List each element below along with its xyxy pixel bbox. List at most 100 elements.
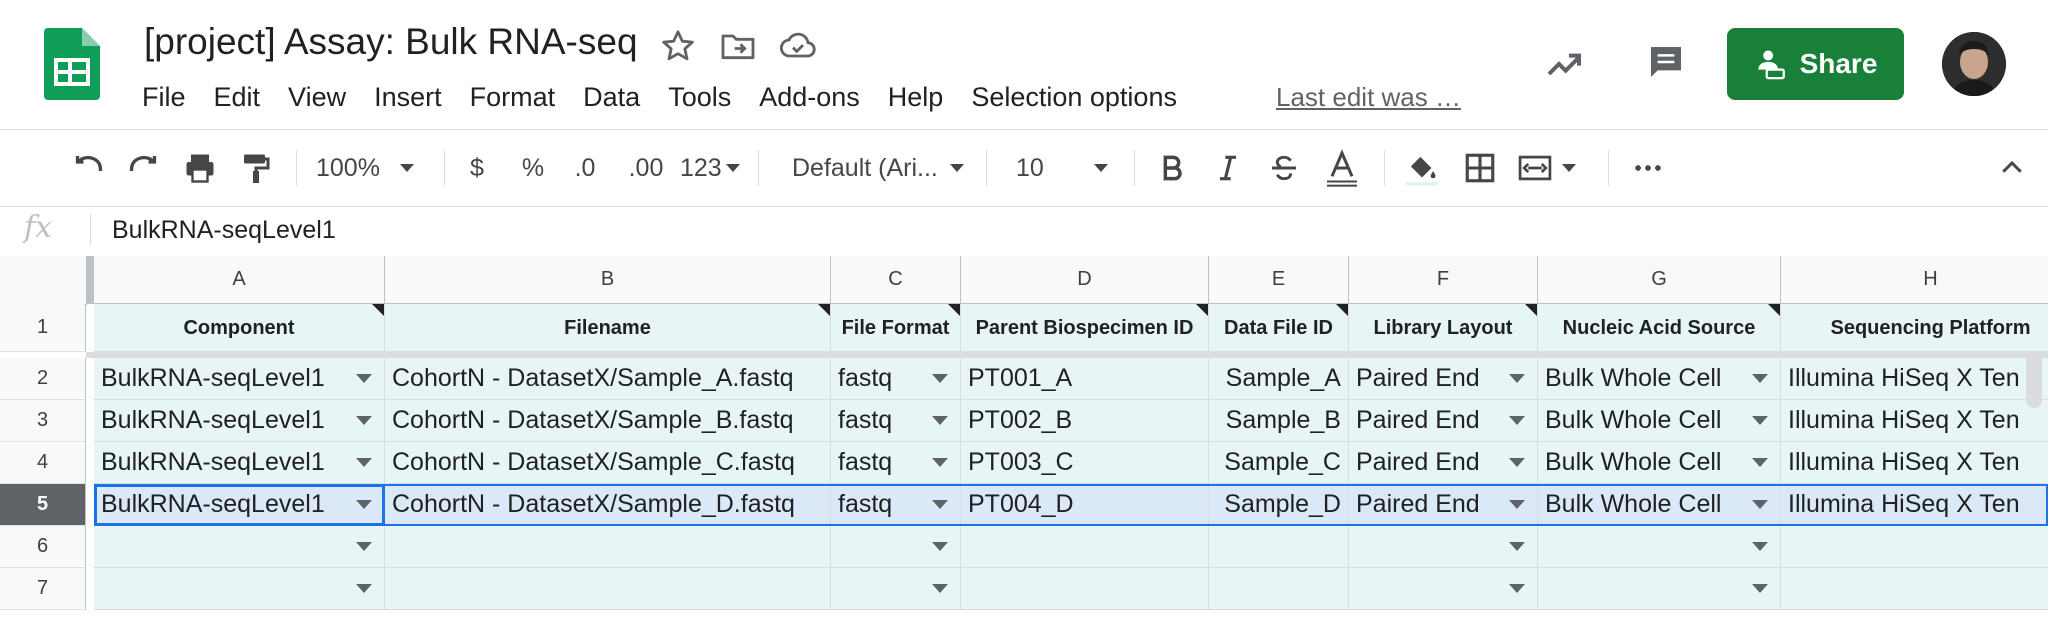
grid-cell[interactable]: Bulk Whole Cell	[1538, 484, 1781, 526]
select-all-corner[interactable]	[0, 256, 87, 305]
frozen-column-handle[interactable]	[86, 256, 94, 304]
move-to-folder-icon[interactable]	[718, 26, 758, 66]
grid-cell[interactable]: BulkRNA-seqLevel1	[94, 442, 385, 484]
avatar[interactable]	[1942, 32, 2006, 96]
grid-cell[interactable]	[1538, 568, 1781, 610]
grid-cell[interactable]: BulkRNA-seqLevel1	[94, 400, 385, 442]
activity-trend-icon[interactable]	[1544, 44, 1584, 84]
menu-data[interactable]: Data	[583, 80, 640, 114]
grid-cell[interactable]: Illumina HiSeq X Ten	[1781, 400, 2048, 442]
column-header-h[interactable]: H	[1781, 256, 2048, 304]
grid-cell[interactable]	[831, 568, 961, 610]
row-header-3[interactable]: 3	[0, 400, 86, 442]
menu-tools[interactable]: Tools	[668, 80, 731, 114]
document-title[interactable]: [project] Assay: Bulk RNA-seq	[144, 18, 638, 66]
grid-cell[interactable]: Bulk Whole Cell	[1538, 400, 1781, 442]
currency-format-button[interactable]: $	[464, 148, 490, 188]
dropdown-arrow-icon[interactable]	[932, 542, 948, 551]
grid-cell[interactable]	[831, 526, 961, 568]
grid-cell[interactable]: PT001_A	[961, 358, 1209, 400]
grid-cell[interactable]: Sample_C	[1209, 442, 1349, 484]
dropdown-arrow-icon[interactable]	[356, 542, 372, 551]
frozen-row-handle[interactable]	[86, 352, 2048, 358]
column-header-a[interactable]: A	[94, 256, 385, 304]
grid-cell[interactable]: Sample_A	[1209, 358, 1349, 400]
bold-icon[interactable]	[1152, 148, 1192, 188]
dropdown-arrow-icon[interactable]	[356, 584, 372, 593]
grid-cell[interactable]	[1538, 526, 1781, 568]
row-header-1[interactable]: 1	[0, 304, 86, 352]
grid-cell[interactable]: fastq	[831, 400, 961, 442]
fill-color-icon[interactable]	[1400, 148, 1444, 188]
grid-cell[interactable]	[385, 526, 831, 568]
dropdown-arrow-icon[interactable]	[1752, 458, 1768, 467]
grid-cell[interactable]: Paired End	[1349, 400, 1538, 442]
grid-cell[interactable]: fastq	[831, 358, 961, 400]
grid-cell[interactable]	[1209, 568, 1349, 610]
grid-cell[interactable]: PT002_B	[961, 400, 1209, 442]
dropdown-arrow-icon[interactable]	[356, 416, 372, 425]
grid-cell[interactable]: Illumina HiSeq X Ten	[1781, 358, 2048, 400]
dropdown-arrow-icon[interactable]	[356, 458, 372, 467]
grid-cell[interactable]: fastq	[831, 484, 961, 526]
dropdown-arrow-icon[interactable]	[356, 500, 372, 509]
header-cell[interactable]: Parent Biospecimen ID	[961, 304, 1209, 352]
column-header-e[interactable]: E	[1209, 256, 1349, 304]
grid-cell[interactable]: Bulk Whole Cell	[1538, 442, 1781, 484]
row-header-5[interactable]: 5	[0, 484, 86, 526]
grid-cell[interactable]: PT003_C	[961, 442, 1209, 484]
merge-cells-button[interactable]	[1516, 148, 1586, 188]
dropdown-arrow-icon[interactable]	[1509, 374, 1525, 383]
grid-cell[interactable]: BulkRNA-seqLevel1	[94, 484, 385, 526]
dropdown-arrow-icon[interactable]	[1509, 584, 1525, 593]
grid-cell[interactable]: CohortN - DatasetX/Sample_D.fastq	[385, 484, 831, 526]
formula-input[interactable]: BulkRNA-seqLevel1	[112, 214, 336, 246]
grid-cell[interactable]: Illumina HiSeq X Ten	[1781, 442, 2048, 484]
grid-cell[interactable]: PT004_D	[961, 484, 1209, 526]
row-header-6[interactable]: 6	[0, 526, 86, 568]
grid-cell[interactable]	[1349, 568, 1538, 610]
header-cell[interactable]: File Format	[831, 304, 961, 352]
menu-insert[interactable]: Insert	[374, 80, 442, 114]
column-header-c[interactable]: C	[831, 256, 961, 304]
collapse-menu-icon[interactable]	[1994, 148, 2030, 188]
header-cell[interactable]: Data File ID	[1209, 304, 1349, 352]
increase-decimal-button[interactable]: .00	[624, 148, 668, 188]
share-button[interactable]: Share	[1727, 28, 1904, 100]
last-edit-link[interactable]: Last edit was …	[1276, 80, 1461, 114]
menu-edit[interactable]: Edit	[214, 80, 261, 114]
decrease-decimal-button[interactable]: .0	[570, 148, 600, 188]
grid-cell[interactable]: CohortN - DatasetX/Sample_A.fastq	[385, 358, 831, 400]
grid-cell[interactable]: Paired End	[1349, 358, 1538, 400]
more-formats-button[interactable]: 123	[680, 148, 740, 188]
grid-cell[interactable]: Paired End	[1349, 442, 1538, 484]
grid-cell[interactable]	[961, 526, 1209, 568]
dropdown-arrow-icon[interactable]	[356, 374, 372, 383]
dropdown-arrow-icon[interactable]	[932, 374, 948, 383]
dropdown-arrow-icon[interactable]	[1752, 374, 1768, 383]
header-cell[interactable]: Component	[94, 304, 385, 352]
font-size-select[interactable]: 10	[1016, 148, 1118, 188]
comments-icon[interactable]	[1646, 42, 1686, 82]
dropdown-arrow-icon[interactable]	[932, 500, 948, 509]
star-icon[interactable]	[658, 26, 698, 66]
dropdown-arrow-icon[interactable]	[1752, 416, 1768, 425]
menu-add-ons[interactable]: Add-ons	[759, 80, 860, 114]
italic-icon[interactable]	[1208, 148, 1248, 188]
paint-format-icon[interactable]	[236, 148, 276, 188]
redo-icon[interactable]	[124, 148, 164, 188]
grid-cell[interactable]: Paired End	[1349, 484, 1538, 526]
grid-cell[interactable]	[1781, 526, 2048, 568]
vertical-scrollbar[interactable]	[2026, 352, 2042, 408]
grid-cell[interactable]: CohortN - DatasetX/Sample_C.fastq	[385, 442, 831, 484]
print-icon[interactable]	[180, 148, 220, 188]
strikethrough-icon[interactable]	[1264, 148, 1304, 188]
text-color-icon[interactable]	[1320, 148, 1364, 188]
row-header-2[interactable]: 2	[0, 358, 86, 400]
grid-cell[interactable]: Bulk Whole Cell	[1538, 358, 1781, 400]
column-header-d[interactable]: D	[961, 256, 1209, 304]
dropdown-arrow-icon[interactable]	[1752, 542, 1768, 551]
grid-cell[interactable]	[1781, 568, 2048, 610]
column-header-b[interactable]: B	[385, 256, 831, 304]
menu-help[interactable]: Help	[888, 80, 944, 114]
